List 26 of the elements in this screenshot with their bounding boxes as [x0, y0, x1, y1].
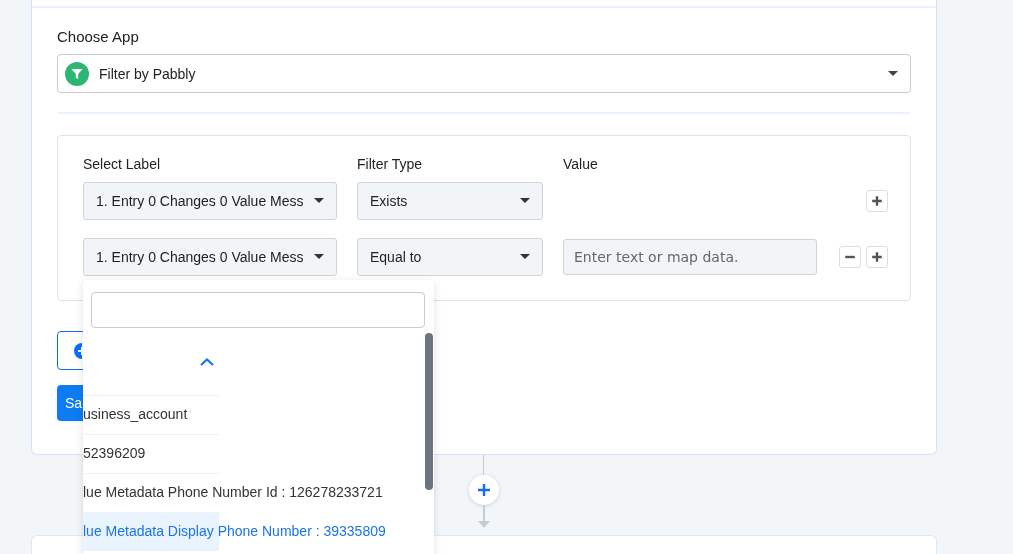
- caret-icon[interactable]: [314, 198, 324, 204]
- remove-button[interactable]: [839, 246, 861, 268]
- column-label: Value: [563, 156, 599, 172]
- add-button[interactable]: [866, 190, 888, 212]
- column-label: Select Label: [83, 156, 162, 172]
- arrow-down-icon: [476, 505, 492, 529]
- dropdown-item[interactable]: lue Metadata Display Phone Number : 39335809: [83, 512, 386, 551]
- plus-icon: [477, 483, 491, 497]
- plus-icon: [871, 195, 883, 207]
- scrollbar[interactable]: [425, 333, 433, 490]
- caret-icon[interactable]: [520, 198, 530, 204]
- caret-icon: [888, 70, 898, 77]
- column-label: Filter Type: [357, 156, 424, 172]
- add-button[interactable]: [866, 246, 888, 268]
- filter-type-select[interactable]: Equal to: [370, 249, 422, 265]
- caret-icon[interactable]: [520, 254, 530, 260]
- add-step-button[interactable]: [469, 475, 499, 505]
- plus-icon: [871, 251, 883, 263]
- filter-type-select[interactable]: Exists: [370, 193, 408, 209]
- search-field[interactable]: [91, 292, 425, 328]
- value-input[interactable]: Enter text or map data.: [563, 239, 817, 275]
- filter-icon: [65, 61, 89, 86]
- app-select[interactable]: Filter by Pabbly: [57, 54, 911, 93]
- choose-app-label: Choose App: [57, 28, 140, 45]
- caret-icon[interactable]: [314, 254, 324, 260]
- chevron-up-icon[interactable]: [200, 358, 214, 366]
